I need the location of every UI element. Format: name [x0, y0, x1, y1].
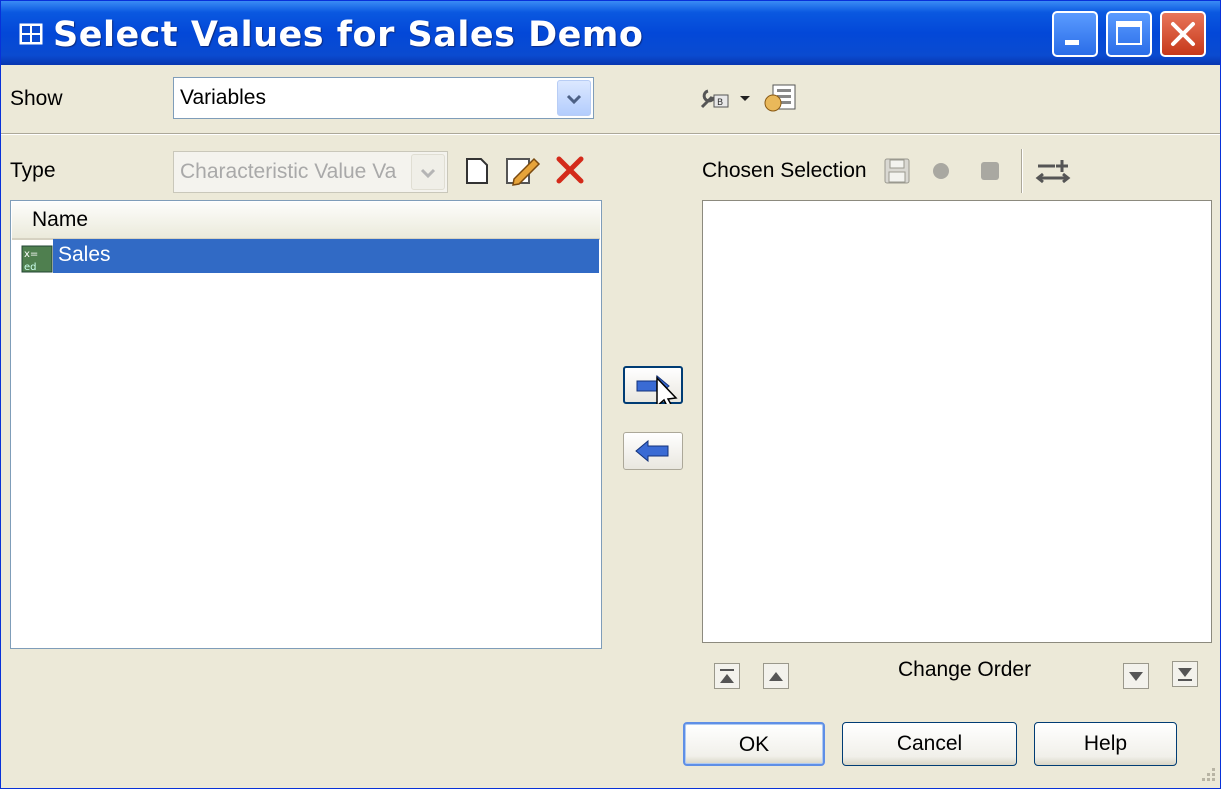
variable-icon: x= ed	[21, 245, 53, 273]
type-dropdown[interactable]: Characteristic Value Va	[173, 151, 448, 193]
move-top-button[interactable]	[714, 663, 740, 689]
move-up-button[interactable]	[763, 663, 789, 689]
chosen-selection-list[interactable]	[702, 200, 1212, 643]
new-document-icon[interactable]	[463, 155, 491, 187]
arrow-right-icon	[636, 374, 678, 412]
grid-icon	[19, 23, 43, 45]
move-up-icon	[769, 672, 783, 681]
window-title: Select Values for Sales Demo	[53, 15, 644, 55]
cancel-button[interactable]: Cancel	[842, 722, 1017, 766]
settings-tools-icon[interactable]: B	[698, 85, 732, 115]
move-bottom-button[interactable]	[1172, 661, 1198, 687]
list-item-selected[interactable]: Sales	[53, 239, 599, 273]
maximize-icon	[1116, 21, 1142, 45]
divider	[1, 133, 1220, 135]
resize-grip-icon[interactable]	[1197, 763, 1217, 783]
type-label: Type	[10, 159, 56, 182]
move-down-icon	[1129, 672, 1143, 681]
minimize-icon	[1065, 40, 1079, 45]
save-icon[interactable]	[883, 157, 911, 185]
show-label: Show	[10, 87, 63, 110]
ok-button[interactable]: OK	[683, 722, 825, 766]
dialog-window: Select Values for Sales Demo Show Variab…	[0, 0, 1221, 789]
type-dropdown-value: Characteristic Value Va	[180, 160, 397, 183]
chevron-down-icon[interactable]	[557, 80, 591, 116]
swap-order-icon[interactable]	[1035, 156, 1071, 186]
chosen-selection-label: Chosen Selection	[702, 159, 867, 182]
show-dropdown-value: Variables	[180, 86, 266, 109]
move-to-top-icon	[720, 669, 734, 683]
move-down-button[interactable]	[1123, 663, 1149, 689]
minimize-button[interactable]	[1052, 11, 1098, 57]
personalize-icon[interactable]	[763, 83, 799, 115]
title-bar[interactable]: Select Values for Sales Demo	[1, 1, 1220, 65]
svg-text:ed: ed	[24, 262, 37, 273]
maximize-button[interactable]	[1106, 11, 1152, 57]
close-icon	[1171, 22, 1195, 46]
change-order-label: Change Order	[898, 658, 1032, 681]
delete-icon[interactable]	[555, 155, 585, 185]
dropdown-caret-icon[interactable]	[739, 94, 751, 104]
edit-icon[interactable]	[504, 153, 542, 187]
list-item-label: Sales	[58, 243, 111, 266]
stop-icon[interactable]	[978, 159, 1002, 183]
remove-from-selection-button[interactable]	[623, 432, 683, 470]
help-button[interactable]: Help	[1034, 722, 1177, 766]
toolbar-divider	[1021, 149, 1023, 193]
svg-text:B: B	[717, 98, 723, 108]
show-dropdown[interactable]: Variables	[173, 77, 594, 119]
values-list[interactable]: Name x= ed Sales	[10, 200, 602, 649]
svg-text:x=: x=	[24, 249, 38, 260]
circle-icon[interactable]	[930, 160, 952, 182]
column-header-name[interactable]: Name	[12, 202, 600, 240]
column-header-label: Name	[32, 208, 89, 231]
close-button[interactable]	[1160, 11, 1206, 57]
move-to-bottom-icon	[1178, 668, 1192, 681]
arrow-left-icon	[635, 439, 669, 463]
chevron-down-icon[interactable]	[411, 154, 445, 190]
add-to-selection-button[interactable]	[623, 366, 683, 412]
